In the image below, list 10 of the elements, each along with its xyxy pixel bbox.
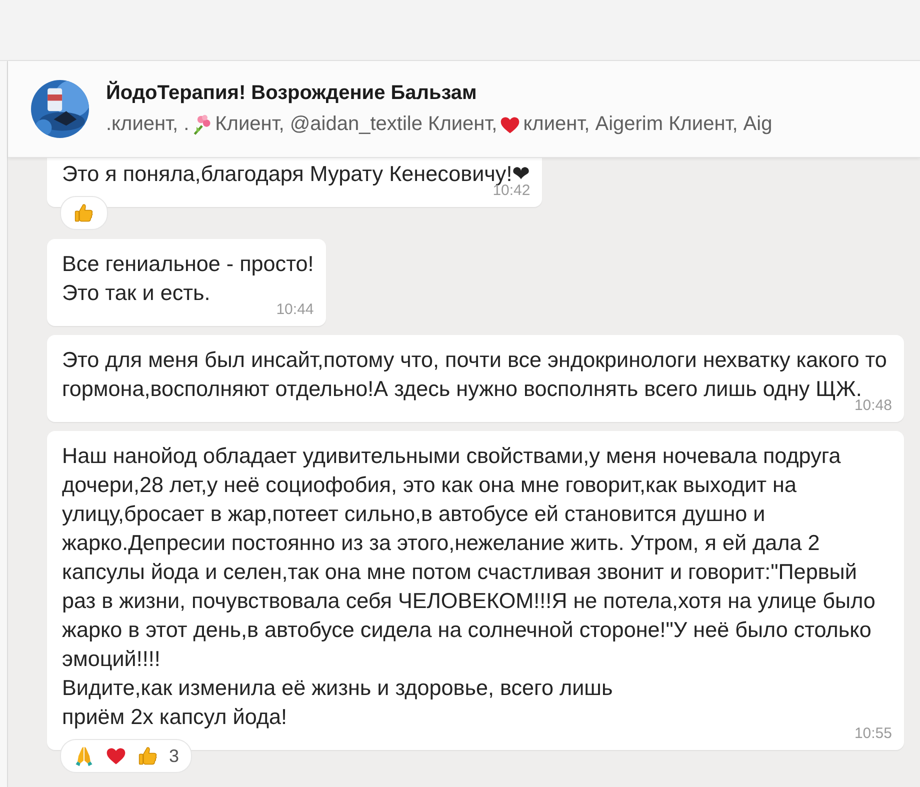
message-text: Это я поняла,благодаря Мурату Кенесовичу!❤ xyxy=(62,160,530,186)
reaction-pill[interactable]: 3 xyxy=(60,739,192,773)
heart-icon xyxy=(105,745,127,767)
member-list: .клиент, . Клиент, @aidan_textile Клиент, клиент, Aigerim Клиент, Aig xyxy=(106,113,772,136)
reaction-count: 3 xyxy=(169,746,180,766)
chat-title: ЙодоТерапия! Возрождение Бальзам xyxy=(106,82,478,105)
thumbs-up-icon xyxy=(137,745,159,767)
reaction-pill[interactable] xyxy=(60,196,108,230)
thumbs-up-icon xyxy=(73,202,95,224)
praying-hands-icon xyxy=(73,745,95,767)
